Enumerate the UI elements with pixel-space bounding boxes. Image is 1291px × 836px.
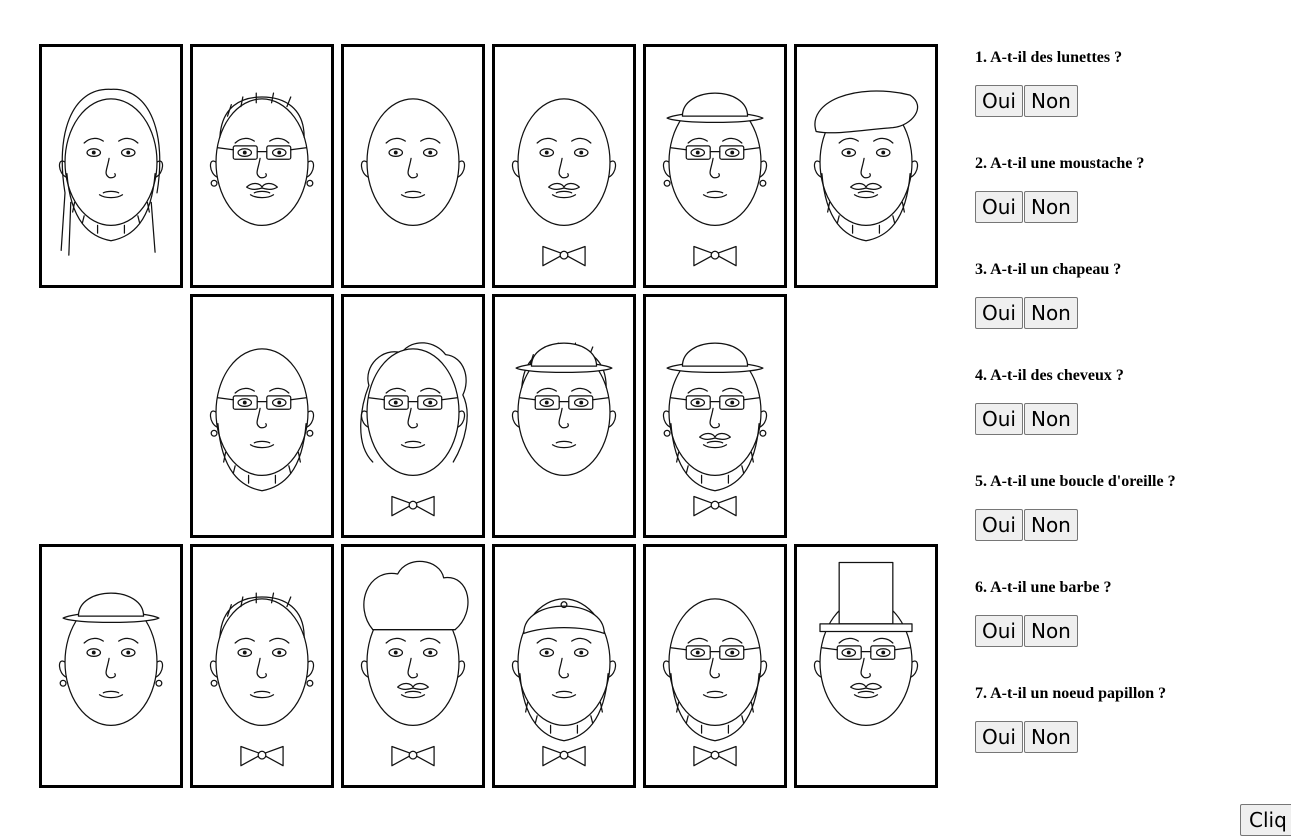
no-button[interactable]: Non bbox=[1023, 615, 1078, 647]
face-drawing bbox=[511, 98, 617, 267]
no-button[interactable]: Non bbox=[1023, 297, 1078, 329]
face-card[interactable] bbox=[794, 544, 938, 788]
face-card[interactable] bbox=[492, 544, 636, 788]
question-label: 3. A-t-il un chapeau ? bbox=[975, 261, 1122, 278]
question-2: 2. A-t-il une moustache ? Oui Non bbox=[975, 150, 1275, 256]
face-drawing bbox=[813, 561, 919, 727]
question-panel: 1. A-t-il des lunettes ? Oui Non 2. A-t-i… bbox=[975, 44, 1275, 786]
yes-button[interactable]: Oui bbox=[975, 721, 1023, 753]
no-button[interactable]: Non bbox=[1023, 721, 1078, 753]
face-drawing bbox=[360, 98, 466, 227]
face-card[interactable] bbox=[492, 294, 636, 538]
yes-button[interactable]: Oui bbox=[975, 403, 1023, 435]
face-card[interactable] bbox=[190, 294, 334, 538]
question-label: 4. A-t-il des cheveux ? bbox=[975, 367, 1124, 384]
face-drawing bbox=[662, 342, 768, 517]
face-card[interactable] bbox=[643, 544, 787, 788]
face-drawing bbox=[58, 88, 164, 256]
question-label: 1. A-t-il des lunettes ? bbox=[975, 49, 1123, 66]
yes-button[interactable]: Oui bbox=[975, 297, 1023, 329]
face-card[interactable] bbox=[341, 44, 485, 288]
face-card[interactable] bbox=[794, 44, 938, 288]
face-drawing bbox=[662, 598, 768, 767]
question-label: 5. A-t-il une boucle d'oreille ? bbox=[975, 473, 1176, 490]
question-label: 6. A-t-il une barbe ? bbox=[975, 579, 1112, 596]
face-drawing bbox=[813, 90, 919, 242]
question-4: 4. A-t-il des cheveux ? Oui Non bbox=[975, 362, 1275, 468]
yes-button[interactable]: Oui bbox=[975, 85, 1023, 117]
face-card[interactable] bbox=[39, 544, 183, 788]
face-card[interactable] bbox=[341, 544, 485, 788]
question-label: 7. A-t-il un noeud papillon ? bbox=[975, 685, 1167, 702]
question-7: 7. A-t-il un noeud papillon ? Oui Non bbox=[975, 680, 1275, 786]
face-card[interactable] bbox=[492, 44, 636, 288]
face-card[interactable] bbox=[190, 44, 334, 288]
submit-button[interactable]: Cliq bbox=[1240, 804, 1291, 836]
question-1: 1. A-t-il des lunettes ? Oui Non bbox=[975, 44, 1275, 150]
face-drawing bbox=[209, 592, 315, 767]
question-6: 6. A-t-il une barbe ? Oui Non bbox=[975, 574, 1275, 680]
face-drawing bbox=[209, 92, 315, 227]
no-button[interactable]: Non bbox=[1023, 509, 1078, 541]
no-button[interactable]: Non bbox=[1023, 403, 1078, 435]
face-card[interactable] bbox=[39, 44, 183, 288]
face-drawing bbox=[662, 92, 768, 267]
face-drawing bbox=[209, 348, 315, 492]
face-drawing bbox=[360, 342, 468, 517]
question-5: 5. A-t-il une boucle d'oreille ? Oui Non bbox=[975, 468, 1275, 574]
face-drawing bbox=[360, 560, 469, 767]
face-drawing bbox=[511, 342, 617, 477]
face-card[interactable] bbox=[643, 294, 787, 538]
face-card[interactable] bbox=[190, 544, 334, 788]
question-label: 2. A-t-il une moustache ? bbox=[975, 155, 1145, 172]
face-drawing bbox=[511, 598, 617, 767]
face-drawing bbox=[58, 592, 164, 727]
yes-button[interactable]: Oui bbox=[975, 615, 1023, 647]
no-button[interactable]: Non bbox=[1023, 85, 1078, 117]
yes-button[interactable]: Oui bbox=[975, 509, 1023, 541]
face-card[interactable] bbox=[341, 294, 485, 538]
yes-button[interactable]: Oui bbox=[975, 191, 1023, 223]
question-3: 3. A-t-il un chapeau ? Oui Non bbox=[975, 256, 1275, 362]
no-button[interactable]: Non bbox=[1023, 191, 1078, 223]
face-card[interactable] bbox=[643, 44, 787, 288]
